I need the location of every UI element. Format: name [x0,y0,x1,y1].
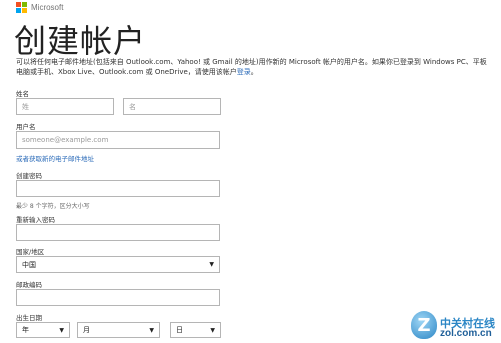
zol-logo-icon: Z [411,311,437,339]
reenter-password-input[interactable] [16,224,220,241]
country-label: 国家/地区 [16,248,45,256]
birth-year-select[interactable]: 年 ▼ [16,322,70,338]
country-selected-value: 中国 [22,260,36,269]
country-select[interactable]: 中国 ▼ [16,256,220,273]
intro-text: 可以将任何电子邮件地址(包括来自 Outlook.com、Yahoo! 或 Gm… [16,57,488,77]
username-label: 用户名 [16,123,36,131]
password-hint: 最少 8 个字符，区分大小写 [16,203,90,210]
intro-end: 。 [250,68,258,76]
birth-month-value: 月 [83,326,90,334]
watermark-text: 中关村在线 zol.com.cn [440,318,495,339]
first-name-input[interactable]: 名 [123,98,221,115]
get-new-email-link[interactable]: 或者获取新的电子邮件地址 [16,153,94,163]
birth-day-select[interactable]: 日 ▼ [170,322,221,338]
birthdate-label: 出生日期 [16,314,42,322]
chevron-down-icon: ▼ [59,326,64,334]
chevron-down-icon: ▼ [209,261,214,268]
sign-in-link[interactable]: 登录 [237,68,251,76]
page-title: 创建帐户 [14,22,147,60]
watermark-url: zol.com.cn [440,328,492,339]
last-name-input[interactable]: 姓 [16,98,114,115]
logo-text: Microsoft [31,3,64,12]
create-password-label: 创建密码 [16,172,42,180]
postal-code-label: 邮政编码 [16,281,42,289]
chevron-down-icon: ▼ [210,326,215,334]
chevron-down-icon: ▼ [149,326,154,334]
birth-day-value: 日 [176,326,183,334]
birth-year-value: 年 [22,326,29,334]
birth-month-select[interactable]: 月 ▼ [77,322,160,338]
username-input[interactable]: someone@example.com [16,131,220,149]
microsoft-logo-icon [16,2,27,13]
postal-code-input[interactable] [16,289,220,306]
zol-watermark: Z 中关村在线 zol.com.cn [411,311,495,339]
microsoft-logo: Microsoft [16,2,63,13]
reenter-password-label: 重新输入密码 [16,216,55,224]
name-label: 姓名 [16,90,29,98]
create-password-input[interactable] [16,180,220,197]
